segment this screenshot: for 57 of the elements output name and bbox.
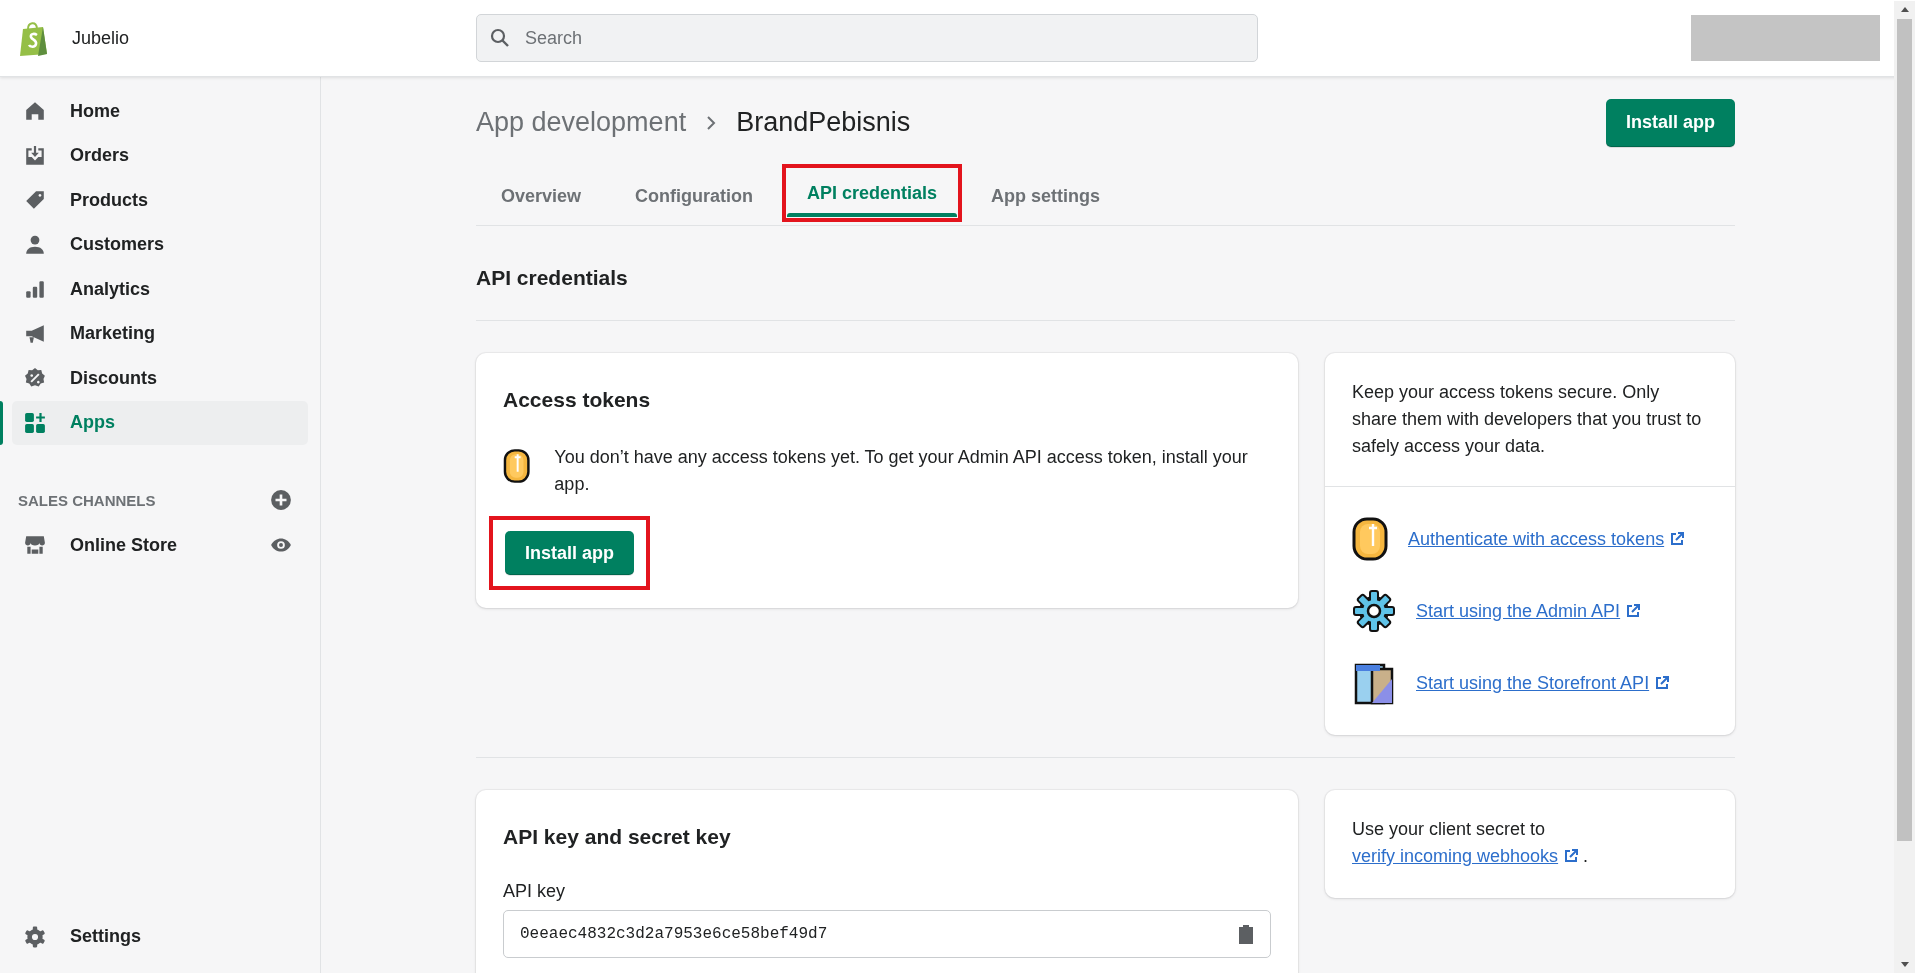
tab[interactable]: Configuration bbox=[615, 172, 774, 220]
note-text: Use your client secret to verify incoming webhooks . bbox=[1351, 818, 1590, 868]
nav-item[interactable]: Home bbox=[12, 89, 308, 134]
shopping-bag-logo-icon bbox=[18, 20, 50, 56]
install-app-button[interactable]: Install app bbox=[505, 531, 634, 575]
bars-icon bbox=[24, 278, 46, 301]
external-link-icon bbox=[1655, 676, 1670, 690]
external-link[interactable]: Authenticate with access tokens bbox=[1408, 528, 1665, 550]
chevron-right-icon bbox=[706, 114, 717, 131]
orders-icon bbox=[24, 144, 46, 167]
api-key-field[interactable]: 0eeaec4832c3d2a7953e6ce58bef49d7 bbox=[503, 910, 1271, 958]
megaphone-icon bbox=[24, 322, 46, 345]
nav-item[interactable]: Discounts bbox=[12, 356, 308, 401]
nav-item[interactable]: Customers bbox=[12, 222, 308, 267]
section-title: API credentials bbox=[476, 226, 1735, 321]
page-title: BrandPebisnis bbox=[736, 107, 911, 138]
tab[interactable]: API credentials bbox=[787, 169, 958, 217]
scroll-thumb[interactable] bbox=[1897, 19, 1912, 841]
settings-icon bbox=[24, 925, 46, 948]
tip-text: Keep your access tokens secure. Only share them with developers that you trust to safely access your data. bbox=[1351, 381, 1703, 458]
store-name: Jubelio bbox=[72, 27, 130, 49]
external-link-icon bbox=[1670, 532, 1685, 546]
nav-item[interactable]: Analytics bbox=[12, 267, 308, 312]
install-app-button[interactable]: Install app bbox=[1606, 98, 1735, 147]
nav-item[interactable]: Marketing bbox=[12, 311, 308, 356]
field-label: API key bbox=[503, 881, 567, 902]
apps-icon bbox=[24, 411, 46, 434]
card-title: Access tokens bbox=[503, 388, 652, 412]
external-link-icon bbox=[1626, 604, 1641, 618]
clipboard-icon[interactable] bbox=[1238, 924, 1254, 944]
external-link[interactable]: Start using the Admin API bbox=[1416, 600, 1621, 622]
settings-item[interactable]: Settings bbox=[12, 914, 308, 959]
scroll-down-icon[interactable] bbox=[1899, 961, 1910, 969]
discount-icon bbox=[24, 367, 46, 390]
tab[interactable]: App settings bbox=[971, 172, 1121, 220]
nav-item[interactable]: Online Store bbox=[12, 523, 189, 568]
home-icon bbox=[24, 100, 46, 123]
section-heading: SALES CHANNELS bbox=[18, 491, 156, 509]
coin-icon bbox=[1352, 517, 1388, 561]
store-icon bbox=[24, 534, 46, 557]
scrollbar[interactable] bbox=[1894, 1, 1915, 973]
search-field[interactable]: Search bbox=[476, 14, 1258, 62]
external-link[interactable]: Start using the Storefront API bbox=[1416, 672, 1650, 694]
card-title: API key and secret key bbox=[503, 825, 732, 849]
breadcrumb-link[interactable]: App development bbox=[476, 107, 687, 138]
tab[interactable]: Overview bbox=[481, 172, 602, 220]
person-icon bbox=[24, 233, 46, 256]
coin-icon bbox=[503, 448, 531, 484]
external-link-icon bbox=[1564, 849, 1579, 863]
nav-item[interactable]: Orders bbox=[12, 133, 308, 178]
nav-item[interactable]: Products bbox=[12, 178, 308, 223]
scroll-up-icon[interactable] bbox=[1899, 5, 1910, 13]
message-text: You don’t have any access tokens yet. To get your Admin API access token, install your app. bbox=[554, 446, 1249, 496]
add-icon[interactable] bbox=[270, 489, 292, 511]
building-icon bbox=[1352, 661, 1396, 705]
external-link[interactable]: verify incoming webhooks bbox=[1352, 846, 1559, 866]
search-icon bbox=[490, 28, 510, 48]
